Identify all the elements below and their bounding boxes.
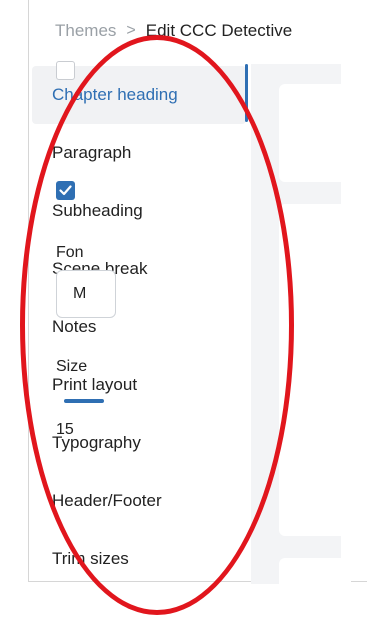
font-select[interactable]: M (56, 270, 116, 318)
sidebar-item-trim-sizes[interactable]: Trim sizes (32, 530, 246, 588)
breadcrumb-current: Edit CCC Detective (145, 21, 293, 40)
option-checkbox-unchecked[interactable] (56, 61, 75, 80)
active-tab-indicator (245, 64, 248, 122)
size-slider[interactable] (64, 399, 104, 403)
sidebar-item-paragraph[interactable]: Paragraph (32, 124, 246, 182)
font-label: Fon (56, 244, 84, 261)
sidebar-item-header-footer[interactable]: Header/Footer (32, 472, 246, 530)
breadcrumb-themes-link[interactable]: Themes (55, 21, 116, 41)
settings-card (279, 558, 351, 598)
breadcrumb-separator-icon: > (126, 22, 136, 39)
option-checkbox-checked[interactable] (56, 181, 75, 200)
settings-panel (251, 64, 351, 598)
settings-sidebar: Chapter heading Paragraph Subheading Sce… (32, 66, 246, 588)
settings-card (279, 204, 351, 536)
settings-card (279, 84, 351, 182)
checkmark-icon (59, 185, 72, 196)
size-value: 15 (56, 421, 74, 438)
font-select-value: M (73, 285, 87, 302)
breadcrumb: Themes > Edit CCC Detective (55, 18, 292, 44)
size-label: Size (56, 358, 88, 375)
